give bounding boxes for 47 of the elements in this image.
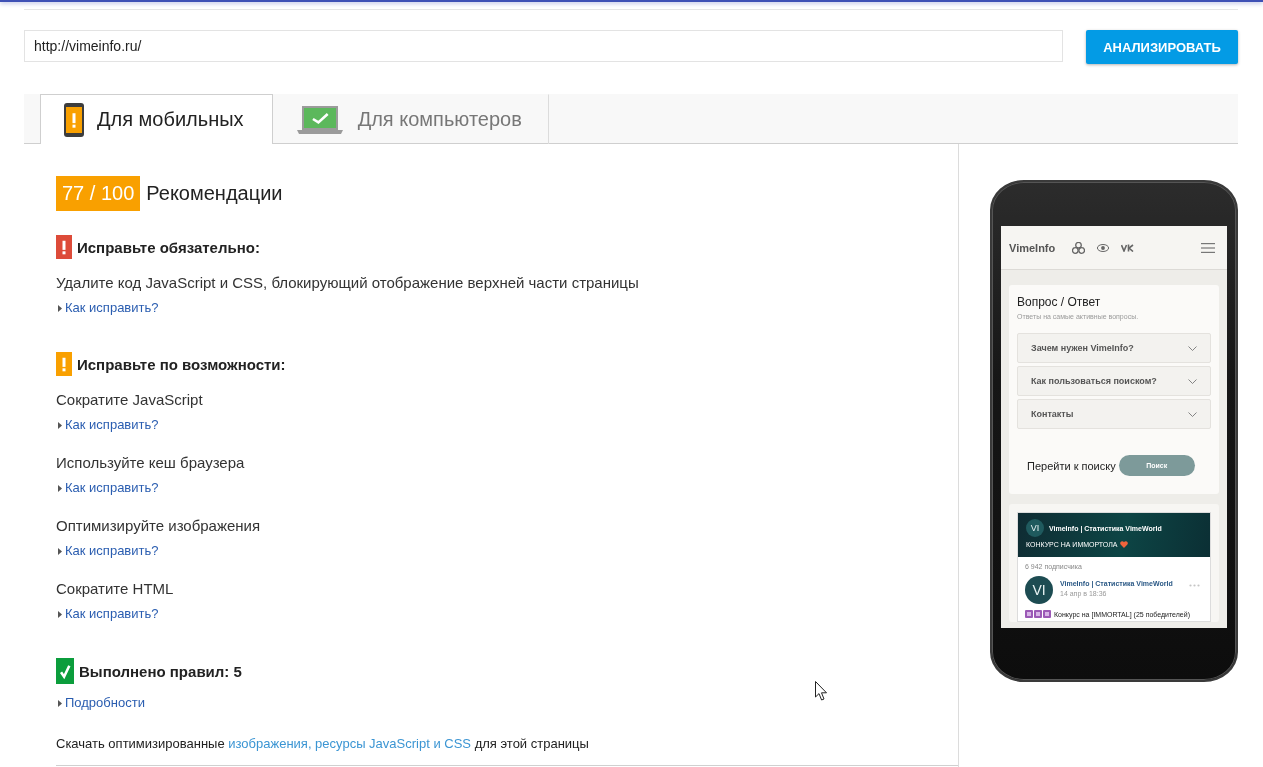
- mouse-pointer-icon: [815, 681, 828, 701]
- section-title: Исправьте по возможности:: [77, 355, 286, 373]
- search-prompt: Перейти к поиску: [1027, 459, 1116, 472]
- download-resources-link[interactable]: изображения, ресурсы JavaScript и CSS: [228, 736, 472, 751]
- tab[interactable]: Для компьютеров: [272, 94, 549, 144]
- eye-icon: [1097, 243, 1110, 252]
- rule-title: Сократите HTML: [56, 579, 174, 599]
- exclamation-icon: [56, 352, 72, 376]
- details-link[interactable]: Подробности: [56, 694, 145, 712]
- rule-title: Удалите код JavaScript и CSS, блокирующий отображение верхней части страницы: [56, 273, 639, 293]
- logo-icon: [1121, 243, 1135, 252]
- triangle-icon: [58, 547, 62, 555]
- recommendations-title: Рекомендации: [146, 182, 283, 205]
- faq-title: Вопрос / Ответ: [1017, 295, 1102, 309]
- triangle-icon: [58, 484, 62, 492]
- rule-title: Оптимизируйте изображения: [56, 516, 261, 536]
- rule-title: Используйте кеш браузера: [56, 453, 245, 473]
- post-avatar: VI: [1025, 576, 1053, 604]
- section-title: Исправьте обязательно:: [77, 238, 260, 256]
- checkmark-icon: [56, 658, 74, 684]
- triangle-icon: [58, 610, 62, 618]
- chevron-down-icon: [1188, 411, 1197, 417]
- chevron-down-icon: [1188, 378, 1197, 384]
- circles-icon: [1072, 241, 1086, 254]
- how-to-fix-link[interactable]: Как исправить?: [56, 479, 159, 497]
- section-title: Выполнено правил: 5: [79, 662, 242, 680]
- how-to-fix-link[interactable]: Как исправить?: [56, 542, 159, 560]
- triangle-icon: [58, 699, 62, 707]
- menu-icon: [1201, 242, 1215, 253]
- how-to-fix-link[interactable]: Как исправить?: [56, 416, 159, 434]
- accordion-item[interactable]: Как пользоваться поиском?: [1017, 366, 1211, 396]
- score-badge: 77 / 100: [56, 176, 141, 211]
- download-note: Скачать оптимизированные изображения, ресурсы JavaScript и CSS для этой страницы: [56, 735, 590, 753]
- how-to-fix-link[interactable]: Как исправить?: [56, 605, 159, 623]
- accordion-item[interactable]: Зачем нужен VimeInfo?: [1017, 333, 1211, 363]
- rule-title: Сократите JavaScript: [56, 390, 203, 410]
- triangle-icon: [58, 304, 62, 312]
- heart-icon: [1120, 541, 1129, 548]
- accordion-item[interactable]: Контакты: [1017, 399, 1211, 429]
- exclamation-icon: [56, 235, 72, 259]
- triangle-icon: [58, 421, 62, 429]
- chevron-down-icon: [1188, 345, 1197, 351]
- tab[interactable]: Для мобильных: [40, 94, 273, 144]
- how-to-fix-link[interactable]: Как исправить?: [56, 299, 159, 317]
- group-avatar: VI: [1026, 519, 1044, 537]
- url-field[interactable]: http://vimeinfo.ru/: [24, 30, 1063, 62]
- site-name: VimeInfo: [1009, 241, 1056, 254]
